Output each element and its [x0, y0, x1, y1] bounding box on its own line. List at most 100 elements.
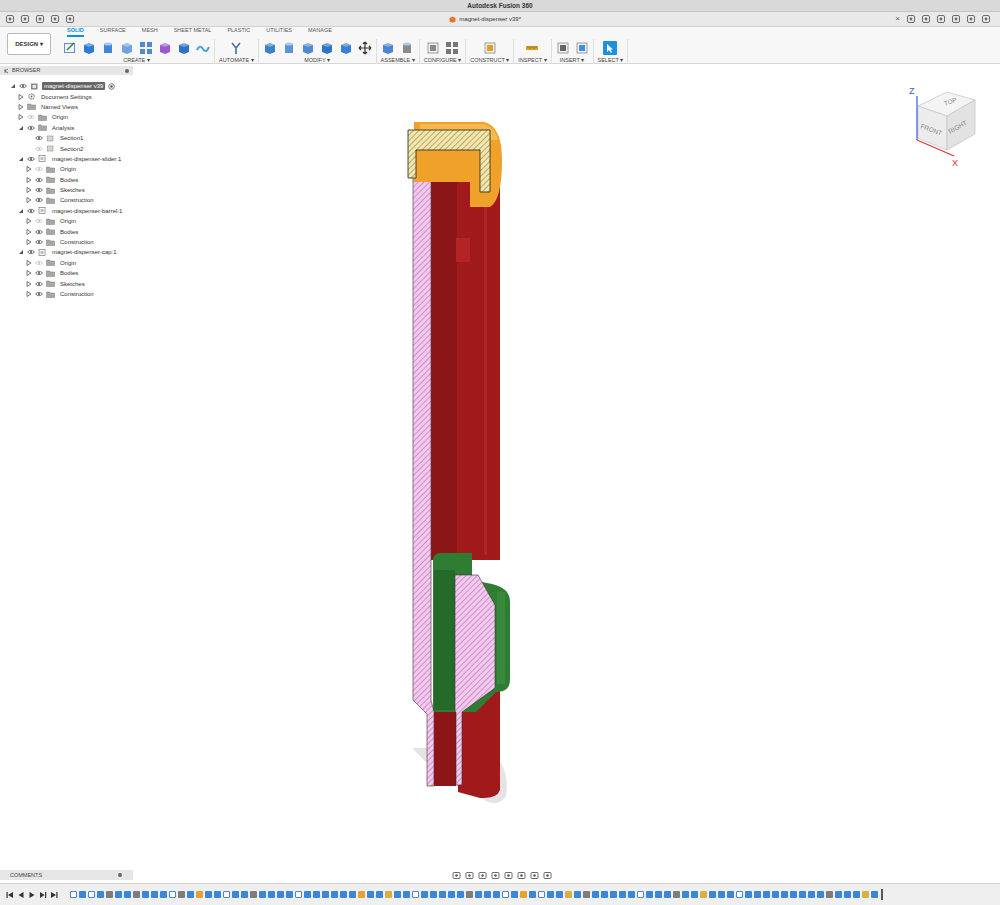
tool-group-label[interactable]: ASSEMBLE ▾	[381, 57, 415, 64]
look-icon[interactable]	[465, 871, 474, 880]
activate-icon[interactable]	[108, 83, 115, 90]
browser-item[interactable]: Section2	[0, 143, 133, 153]
browser-item[interactable]: Bodies	[0, 226, 133, 236]
timeline-extrude[interactable]	[268, 891, 275, 898]
timeline-extrude[interactable]	[727, 891, 734, 898]
eye-icon[interactable]	[35, 281, 43, 287]
timeline-extrude[interactable]	[709, 891, 716, 898]
timeline-sketch[interactable]	[637, 891, 644, 898]
previous-icon[interactable]	[17, 891, 25, 899]
view-cube-front[interactable]: FRONT	[920, 122, 943, 136]
timeline-sketch[interactable]	[538, 891, 545, 898]
eye-icon[interactable]	[35, 177, 43, 183]
play-icon[interactable]	[28, 891, 36, 899]
timeline-extrude[interactable]	[475, 891, 482, 898]
timeline-extrude[interactable]	[529, 891, 536, 898]
toolbar-tab[interactable]: SURFACE	[100, 27, 126, 37]
chamfer-icon[interactable]	[301, 41, 315, 55]
apps-icon[interactable]	[5, 14, 15, 24]
automate-icon[interactable]	[229, 41, 243, 55]
browser-item[interactable]: Document Settings	[0, 91, 133, 101]
browser-item[interactable]: Sketches	[0, 185, 133, 195]
barrel-body[interactable]	[430, 150, 500, 798]
joint-icon[interactable]	[381, 41, 395, 55]
workspace-button[interactable]: DESIGN ▾	[7, 33, 51, 55]
browser-item[interactable]: Origin	[0, 112, 133, 122]
timeline-fillet[interactable]	[520, 891, 527, 898]
help-icon[interactable]	[966, 14, 976, 24]
timeline-extrude[interactable]	[115, 891, 122, 898]
first-icon[interactable]	[6, 891, 14, 899]
pan-icon[interactable]	[478, 871, 487, 880]
toolbar-tab[interactable]: MANAGE	[308, 27, 332, 37]
timeline-extrude[interactable]	[745, 891, 752, 898]
browser-item[interactable]: Bodies	[0, 268, 133, 278]
toolbar-tab[interactable]: PLASTIC	[227, 27, 250, 37]
notifications-icon[interactable]	[951, 14, 961, 24]
eye-icon[interactable]	[27, 114, 35, 120]
collapsed-arrow-icon[interactable]	[26, 166, 32, 172]
expanded-arrow-icon[interactable]	[18, 125, 24, 131]
timeline-extrude[interactable]	[628, 891, 635, 898]
component-icon[interactable]	[158, 41, 172, 55]
timeline-sketch[interactable]	[295, 891, 302, 898]
tool-group-label[interactable]: CONSTRUCT ▾	[470, 57, 509, 64]
timeline-plane[interactable]	[385, 891, 392, 898]
timeline-extrude[interactable]	[547, 891, 554, 898]
redo-icon[interactable]	[65, 14, 75, 24]
collapsed-arrow-icon[interactable]	[26, 291, 32, 297]
collapsed-arrow-icon[interactable]	[26, 218, 32, 224]
eye-icon[interactable]	[27, 156, 35, 162]
timeline-extrude[interactable]	[484, 891, 491, 898]
params-icon[interactable]	[426, 41, 440, 55]
wave-icon[interactable]	[196, 41, 210, 55]
toolbar-tab[interactable]: MESH	[142, 27, 158, 37]
browser-item[interactable]: Construction	[0, 195, 133, 205]
eye-icon[interactable]	[35, 229, 43, 235]
timeline-joint[interactable]	[466, 891, 473, 898]
timeline-extrude[interactable]	[646, 891, 653, 898]
timeline-extrude[interactable]	[142, 891, 149, 898]
timeline-extrude[interactable]	[286, 891, 293, 898]
add-comment-icon[interactable]	[117, 872, 123, 878]
insert-icon[interactable]	[556, 41, 570, 55]
timeline-joint[interactable]	[583, 891, 590, 898]
timeline-plane[interactable]	[700, 891, 707, 898]
timeline-sketch[interactable]	[88, 891, 95, 898]
combine-icon[interactable]	[339, 41, 353, 55]
timeline-extrude[interactable]	[232, 891, 239, 898]
view-cube-top[interactable]: TOP	[943, 96, 958, 107]
eye-icon[interactable]	[35, 218, 43, 224]
timeline-plane[interactable]	[862, 891, 869, 898]
timeline-extrude[interactable]	[439, 891, 446, 898]
expanded-arrow-icon[interactable]	[18, 249, 24, 255]
timeline-joint[interactable]	[826, 891, 833, 898]
timeline-fillet[interactable]	[196, 891, 203, 898]
timeline-sketch[interactable]	[70, 891, 77, 898]
timeline-extrude[interactable]	[691, 891, 698, 898]
orbit-icon[interactable]	[452, 871, 461, 880]
tool-group-label[interactable]: AUTOMATE ▾	[219, 57, 254, 64]
profile-icon[interactable]	[981, 14, 991, 24]
timeline-extrude[interactable]	[430, 891, 437, 898]
last-icon[interactable]	[50, 891, 58, 899]
new-tab-icon[interactable]	[906, 14, 916, 24]
shell-icon[interactable]	[320, 41, 334, 55]
browser-item[interactable]: Section1	[0, 133, 133, 143]
timeline-extrude[interactable]	[592, 891, 599, 898]
toolbar-tab[interactable]: SOLID	[67, 27, 84, 37]
timeline-extrude[interactable]	[322, 891, 329, 898]
timeline-extrude[interactable]	[808, 891, 815, 898]
file-icon[interactable]	[20, 14, 30, 24]
timeline-extrude[interactable]	[871, 891, 878, 898]
timeline-joint[interactable]	[673, 891, 680, 898]
browser-item[interactable]: Bodies	[0, 175, 133, 185]
timeline-extrude[interactable]	[304, 891, 311, 898]
document-tab[interactable]: magnet-dispenser v39*	[443, 15, 527, 23]
timeline-extrude[interactable]	[682, 891, 689, 898]
eye-icon[interactable]	[35, 291, 43, 297]
timeline-extrude[interactable]	[718, 891, 725, 898]
undo-icon[interactable]	[50, 14, 60, 24]
canvas[interactable]: TOPFRONTRIGHTZXBROWSERmagnet-dispenser v…	[0, 64, 1000, 883]
timeline-extrude[interactable]	[241, 891, 248, 898]
